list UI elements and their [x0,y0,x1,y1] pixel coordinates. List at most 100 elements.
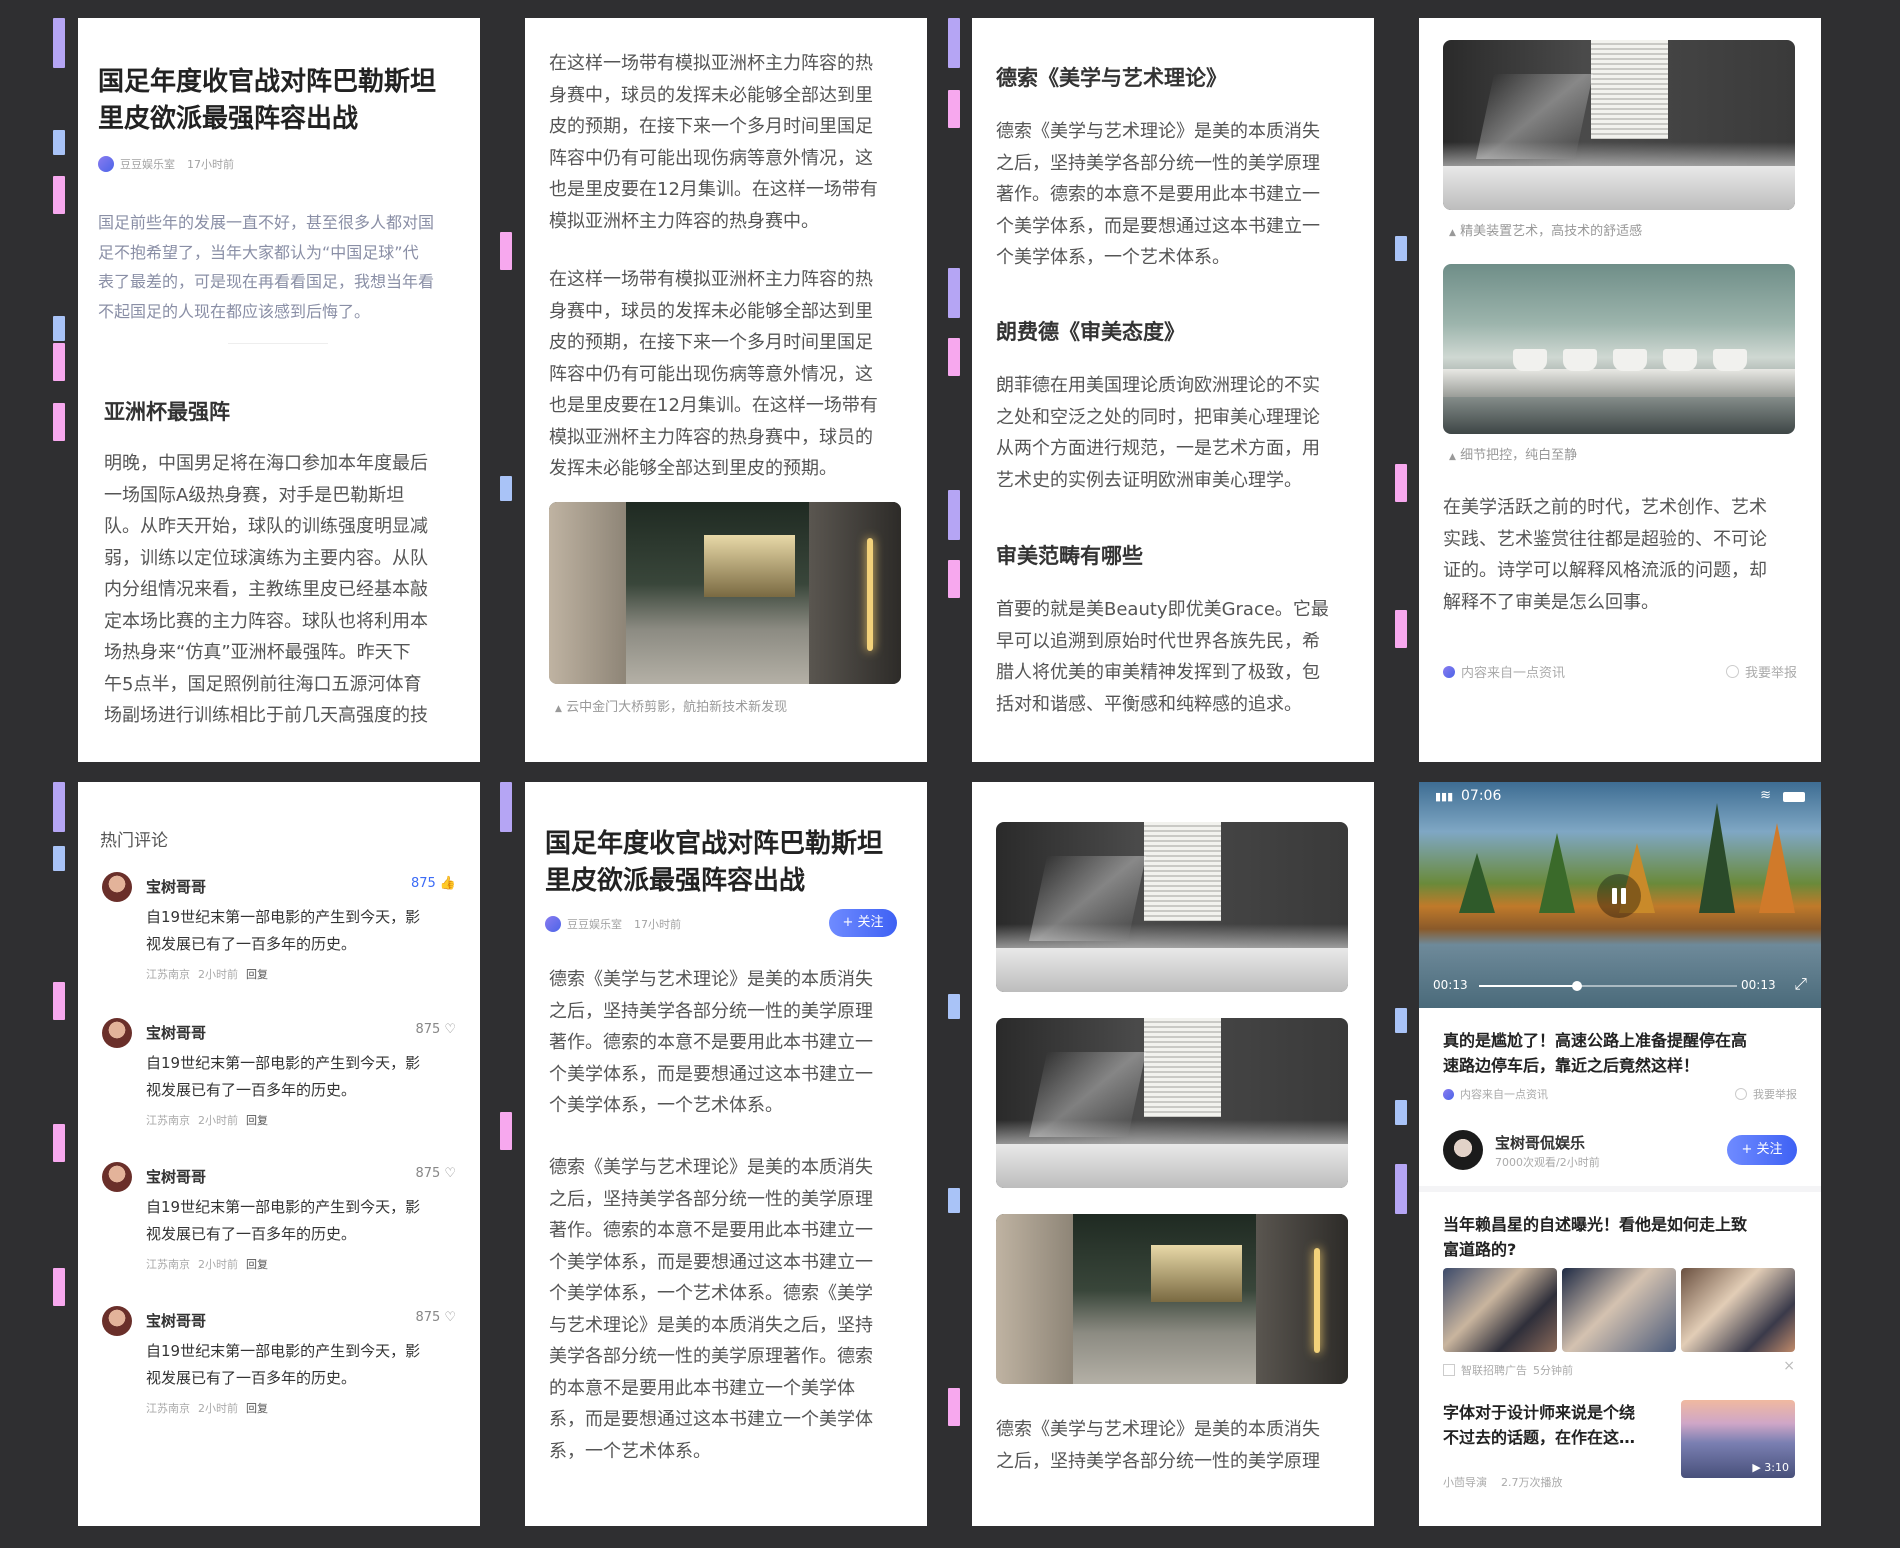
avatar[interactable] [102,1162,132,1192]
text-line: 德索《美学与艺术理论》是美的本质消失 [996,121,1320,142]
info-icon [1735,1088,1747,1100]
article-image[interactable] [996,822,1348,992]
text-line: 美学各部分统一性的美学原理著作。德索 [549,1346,873,1367]
source-text: 内容来自一点资讯 [1460,1088,1548,1101]
status-bar: ▮▮▮ 07:06 ≋ [1419,782,1821,812]
close-icon[interactable]: × [1783,1358,1795,1374]
comment-time: 2小时前 [198,968,238,981]
comments-card: 热门评论 宝树哥哥 875 👍 自19世纪末第一部电影的产生到今天，影 视发展已… [78,782,480,1526]
like-button[interactable]: 875 ♡ [416,1022,456,1037]
decorative-marker [1395,1008,1407,1033]
text-line: 解释不了审美是怎么回事。 [1443,591,1659,613]
like-button[interactable]: 875 ♡ [416,1310,456,1325]
text-line: 的本意不是要用此本书建立一个美学体 [549,1377,855,1399]
reply-button[interactable]: 回复 [246,1256,268,1272]
text-line: 个美学体系，一个艺术体系。 [996,247,1230,268]
source-name[interactable]: 豆豆娱乐室 [120,156,175,172]
decorative-marker [53,1124,65,1162]
article-paragraph: 德索《美学与艺术理论》是美的本质消失 之后，坚持美学各部分统一性的美学原理 [996,1414,1356,1477]
news-thumbnail[interactable] [1562,1268,1676,1352]
news-title[interactable]: 当年赖昌星的自述曝光！看他是如何走上致 富道路的? [1443,1212,1803,1262]
decorative-marker [53,316,65,341]
decorative-marker [948,90,960,128]
decorative-marker [948,490,960,540]
text-line: 模拟亚洲杯主力阵容的热身赛中。 [549,210,819,232]
commenter-name[interactable]: 宝树哥哥 [146,876,206,897]
article-image[interactable] [996,1018,1348,1188]
decorative-marker [1395,464,1407,502]
avatar[interactable] [102,872,132,902]
avatar[interactable] [102,1018,132,1048]
decorative-marker [500,476,512,501]
article-image[interactable] [549,502,901,684]
author-avatar[interactable] [1443,1130,1483,1170]
fullscreen-icon[interactable]: ⤢ [1794,974,1807,994]
decorative-marker [1395,236,1407,261]
decorative-marker [53,130,65,155]
publish-time: 17小时前 [187,158,234,171]
follow-button[interactable]: + 关注 [1727,1135,1797,1165]
text-line: 德索《美学与艺术理论》是美的本质消失 [549,969,873,990]
news-thumbnail[interactable]: ▶ 3:10 [1681,1400,1795,1478]
image-caption: ▲ 细节把控，纯白至静 [1449,444,1577,463]
text-line: 足不抱希望了，当年大家都认为“中国足球”代 [98,242,419,262]
reply-button[interactable]: 回复 [246,1112,268,1128]
news-thumbnail[interactable] [1443,1268,1557,1352]
news-thumbnail[interactable] [1681,1268,1795,1352]
text-line: 自19世纪末第一部电影的产生到今天，影 [146,1054,421,1072]
text-line: 阵容中仍有可能出现伤病等意外情况，这 [549,147,873,169]
commenter-name[interactable]: 宝树哥哥 [146,1022,206,1043]
follow-button[interactable]: + 关注 [829,909,897,937]
source-name[interactable]: 豆豆娱乐室 [567,916,622,932]
author-name[interactable]: 宝树哥侃娱乐 [1495,1132,1585,1153]
comment-location: 江苏南京 [146,968,190,981]
section-title: 德索《美学与艺术理论》 [996,66,1227,90]
article-body: 明晚，中国男足将在海口参加本年度最后 一场国际A级热身赛，对手是巴勒斯坦 队。从… [104,448,474,732]
video-player[interactable]: ▮▮▮ 07:06 ≋ 00:13 00:13 ⤢ [1419,782,1821,1008]
news-source: 小茴导演 [1443,1476,1487,1489]
article-image[interactable] [996,1214,1348,1384]
intro-divider [228,343,328,344]
text-line: 个美学体系，一个艺术体系。德索《美学 [549,1283,873,1304]
avatar[interactable] [102,1306,132,1336]
caption-text: 精美装置艺术，高技术的舒适感 [1460,224,1643,239]
decorative-marker [53,403,65,441]
like-button[interactable]: 875 ♡ [416,1166,456,1181]
text-line: 自19世纪末第一部电影的产生到今天，影 [146,1198,421,1216]
report-link[interactable]: 我要举报 [1725,662,1797,681]
article-meta: 豆豆娱乐室 17小时前 [545,916,681,932]
progress-knob[interactable] [1572,981,1583,991]
video-title[interactable]: 真的是尴尬了！高速公路上准备提醒停在高 速路边停车后，靠近之后竟然这样！ [1443,1028,1803,1078]
text-line: 个美学体系，而是要想通过这本书建立一 [549,1063,873,1085]
commenter-name[interactable]: 宝树哥哥 [146,1310,206,1331]
article-paragraph: 朗菲德在用美国理论质询欧洲理论的不实 之处和空泛之处的同时，把审美心理理论 从两… [996,370,1356,496]
article-card: 在这样一场带有模拟亚洲杯主力阵容的热 身赛中，球员的发挥未必能够全部达到里 皮的… [525,18,927,762]
status-time: 07:06 [1461,788,1502,804]
news-title[interactable]: 字体对于设计师来说是个绕 不过去的话题，在作在这… [1443,1400,1663,1450]
section-title: 朗费德《审美态度》 [996,320,1185,344]
report-text: 我要举报 [1753,1088,1797,1101]
title-line: 国足年度收官战对阵巴勒斯坦 [545,829,884,859]
text-line: 表了最差的，可是现在再看看国足，我想当年看 [98,272,435,291]
decorative-marker [948,268,960,318]
decorative-marker [948,994,960,1019]
text-line: 在这样一场带有模拟亚洲杯主力阵容的热 [549,269,873,290]
text-line: 视发展已有了一百多年的历史。 [146,1081,357,1099]
report-text: 我要举报 [1744,666,1797,681]
commenter-name[interactable]: 宝树哥哥 [146,1166,206,1187]
reply-button[interactable]: 回复 [246,1400,268,1416]
video-progress-bar[interactable] [1479,981,1737,991]
reply-button[interactable]: 回复 [246,966,268,982]
pause-button[interactable] [1597,874,1641,918]
like-count: 875 [410,876,436,891]
image-caption: ▲ 精美装置艺术，高技术的舒适感 [1449,220,1642,239]
article-meta: 豆豆娱乐室 17小时前 [98,156,234,172]
text-line: 证的。诗学可以解释风格流派的问题，却 [1443,560,1767,581]
text-line: 自19世纪末第一部电影的产生到今天，影 [146,908,421,926]
report-link[interactable]: 我要举报 [1735,1086,1797,1102]
text-line: 之后，坚持美学各部分统一性的美学原理 [549,1000,873,1022]
article-image[interactable] [1443,40,1795,210]
text-line: 皮的预期，在接下来一个多月时间里国足 [549,116,873,137]
article-image[interactable] [1443,264,1795,434]
like-button[interactable]: 875 👍 [411,876,456,891]
